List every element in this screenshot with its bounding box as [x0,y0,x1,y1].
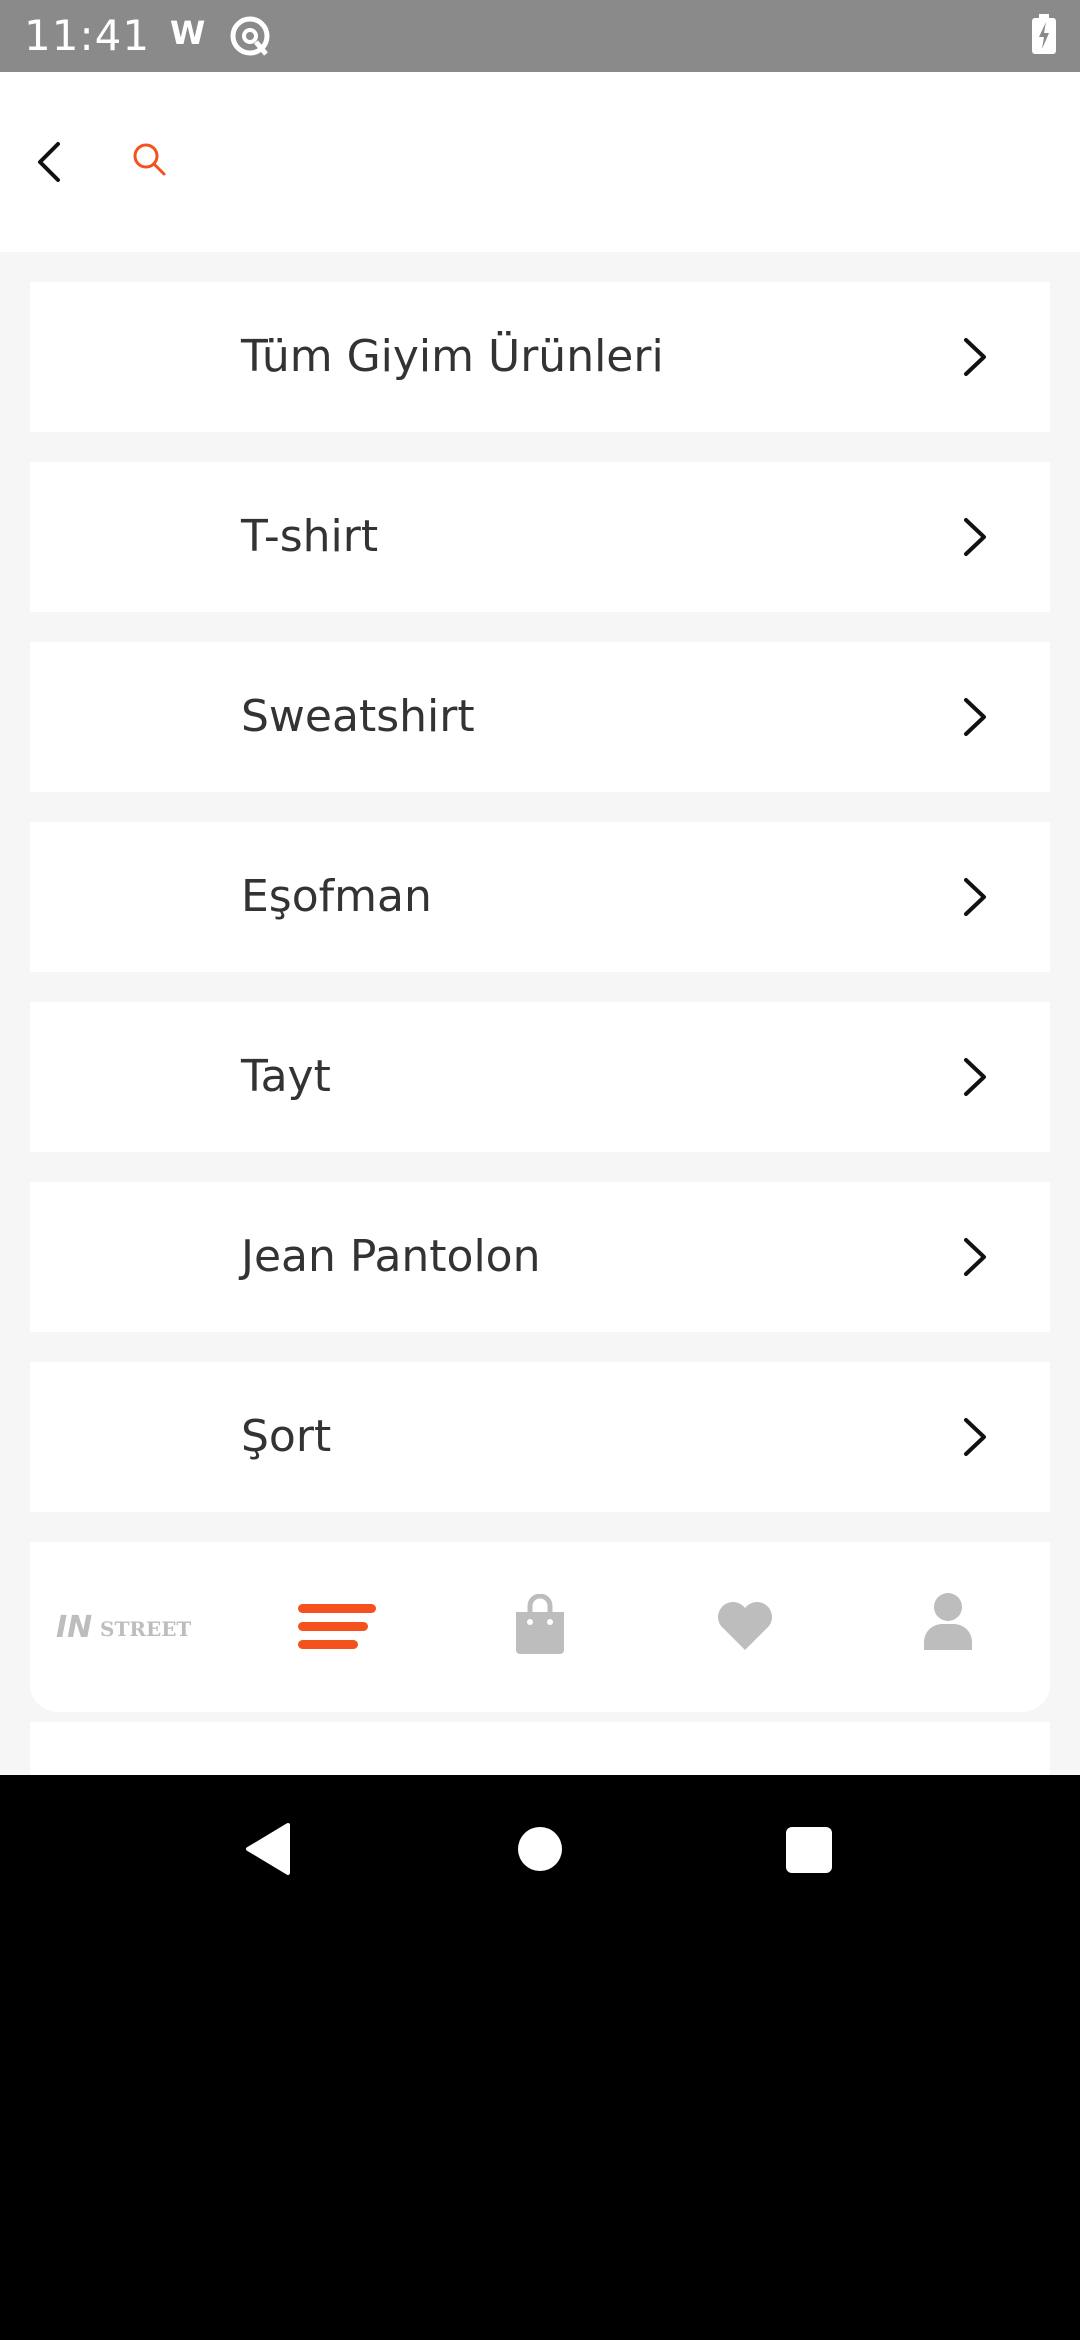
category-item[interactable]: Sweatshirt [30,642,1050,792]
category-item[interactable]: Eşofman [30,822,1050,972]
partial-card [30,1722,1050,1775]
instreet-logo[interactable]: IN STREET [56,1604,206,1650]
top-bar [0,72,1080,252]
category-list: Tüm Giyim Ürünleri T-shirt Sweatshirt Eş… [30,282,1050,1542]
category-label: Eşofman [241,871,432,922]
category-item[interactable]: Şort [30,1362,1050,1512]
category-item[interactable]: Jean Pantolon [30,1182,1050,1332]
chevron-right-icon [964,698,986,736]
menu-icon[interactable] [298,1602,376,1652]
at-circle-icon [230,16,270,56]
bag-icon[interactable] [514,1594,566,1654]
category-label: Tayt [241,1051,331,1102]
status-bar: 11:41 W [0,0,1080,72]
system-back-icon[interactable] [244,1821,290,1877]
category-item[interactable]: Tayt [30,1002,1050,1152]
status-time: 11:41 [24,11,151,60]
system-nav-bar [0,1775,1080,2340]
category-label: Tüm Giyim Ürünleri [241,331,664,382]
bottom-nav: IN STREET [30,1542,1050,1712]
back-icon[interactable] [26,134,74,190]
category-item[interactable]: T-shirt [30,462,1050,612]
chevron-right-icon [964,1418,986,1456]
chevron-right-icon [964,878,986,916]
search-icon[interactable] [130,140,170,180]
system-home-icon[interactable] [518,1827,562,1871]
chevron-right-icon [964,1058,986,1096]
category-label: Jean Pantolon [241,1231,541,1282]
battery-charging-icon [1032,14,1056,54]
chevron-right-icon [964,1238,986,1276]
svg-text:IN: IN [56,1610,92,1645]
category-label: Sweatshirt [241,691,475,742]
chevron-right-icon [964,518,986,556]
user-icon[interactable] [922,1592,974,1652]
heart-icon[interactable] [715,1598,775,1652]
w-icon: W [170,14,206,52]
category-item[interactable]: Tüm Giyim Ürünleri [30,282,1050,432]
svg-text:STREET: STREET [100,1617,191,1641]
app-content: Tüm Giyim Ürünleri T-shirt Sweatshirt Eş… [0,72,1080,1775]
category-label: Şort [241,1411,332,1462]
category-label: T-shirt [241,511,379,562]
chevron-right-icon [964,338,986,376]
system-recents-icon[interactable] [786,1827,832,1873]
screen: 11:41 W Tüm Giyim Ürünleri T-shirt Sweat… [0,0,1080,2340]
